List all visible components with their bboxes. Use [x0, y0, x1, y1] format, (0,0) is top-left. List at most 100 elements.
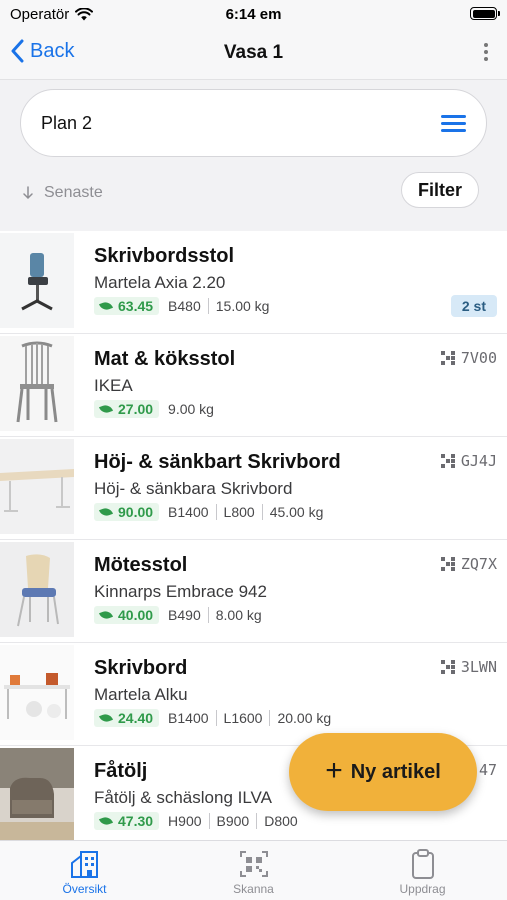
item-subtitle: Martela Axia 2.20: [94, 273, 226, 292]
leaf-icon: [98, 300, 114, 312]
leaf-icon: [98, 506, 114, 518]
plan-label: Plan 2: [41, 112, 93, 133]
new-item-label: Ny artikel: [350, 760, 441, 783]
item-image: [0, 542, 74, 637]
item-title: Skrivbordsstol: [94, 245, 235, 267]
item-code-text: 7V00: [460, 349, 497, 367]
sort-label: Senaste: [44, 184, 103, 201]
item-subtitle: Kinnarps Embrace 942: [94, 582, 267, 601]
building-icon: [70, 851, 98, 878]
dot: [484, 50, 488, 54]
tab-label: Översikt: [62, 882, 107, 896]
list-item[interactable]: Mötesstol Kinnarps Embrace 942 40.00 B49…: [0, 540, 507, 643]
nav-bar: Back Vasa 1: [0, 28, 507, 80]
item-title: Mötesstol: [94, 554, 188, 576]
item-dimension: B900: [208, 813, 257, 829]
leaf-icon: [98, 712, 114, 724]
item-title: Fåtölj: [94, 760, 148, 782]
plus-icon: +: [325, 754, 343, 787]
qr-icon: [440, 351, 455, 365]
tab-label: Skanna: [233, 882, 274, 896]
item-code-text: 3LWN: [460, 658, 497, 676]
quantity-badge: 2 st: [450, 295, 497, 317]
plan-selector[interactable]: Plan 2: [20, 89, 487, 157]
qr-scan-icon: [239, 851, 268, 877]
qr-icon: [440, 557, 455, 571]
item-code: ZQ7X: [440, 555, 497, 573]
dot: [484, 57, 488, 61]
item-meta: 27.00 9.00 kg: [94, 400, 221, 418]
page-title: Vasa 1: [223, 42, 284, 63]
item-code-text: ZQ7X: [460, 555, 497, 573]
item-meta: 47.30 H900 B900 D800: [94, 812, 305, 830]
price-value: 47.30: [118, 813, 154, 829]
item-subtitle: Fåtölj & schäslong ILVA: [94, 788, 272, 807]
tab-skanna[interactable]: Skanna: [169, 841, 338, 900]
item-dimension: B1400: [168, 504, 209, 520]
item-code-text: 47: [478, 761, 497, 779]
battery-icon: [470, 7, 500, 20]
dot: [484, 43, 488, 47]
clipboard-icon: [411, 849, 434, 879]
item-image: [0, 233, 74, 328]
item-subtitle: IKEA: [94, 376, 133, 395]
item-dimension: B490: [168, 607, 201, 623]
list-item[interactable]: Skrivbordsstol Martela Axia 2.20 63.45 B…: [0, 231, 507, 334]
item-dimension: L800: [215, 504, 262, 520]
item-dimension: L1600: [215, 710, 270, 726]
item-title: Skrivbord: [94, 657, 188, 679]
item-code: 3LWN: [440, 658, 497, 676]
new-item-button[interactable]: + Ny artikel: [289, 733, 477, 811]
sort-filter-row: Senaste Filter: [0, 157, 507, 225]
item-dimension: B480: [168, 298, 201, 314]
item-code: 47: [479, 761, 497, 779]
status-time: 6:14 em: [225, 6, 282, 23]
item-dimension: 8.00 kg: [207, 607, 269, 623]
price-value: 24.40: [118, 710, 154, 726]
price-value: 63.45: [118, 298, 154, 314]
price-value: 40.00: [118, 607, 154, 623]
list-item[interactable]: Höj- & sänkbart Skrivbord Höj- & sänkbar…: [0, 437, 507, 540]
sort-button[interactable]: Senaste: [22, 184, 103, 202]
item-dimension: H900: [168, 813, 202, 829]
menu-icon: [441, 111, 466, 136]
plan-wrap: Plan 2: [0, 80, 507, 157]
tab-bar: Översikt Skanna Uppdrag: [0, 840, 507, 900]
item-code: 7V00: [440, 349, 497, 367]
price-badge: 24.40: [94, 709, 160, 727]
item-meta: 63.45 B480 15.00 kg: [94, 297, 276, 315]
item-dimension: D800: [256, 813, 304, 829]
item-image: [0, 439, 74, 534]
price-value: 27.00: [118, 401, 154, 417]
price-badge: 40.00: [94, 606, 160, 624]
item-subtitle: Höj- & sänkbara Skrivbord: [94, 479, 293, 498]
item-meta: 90.00 B1400 L800 45.00 kg: [94, 503, 330, 521]
status-bar: Operatör 6:14 em: [0, 0, 507, 28]
item-subtitle: Martela Alku: [94, 685, 188, 704]
item-image: [0, 748, 74, 843]
item-dimension: 15.00 kg: [207, 298, 277, 314]
list-item[interactable]: Mat & köksstol IKEA 27.00 9.00 kg 7V00: [0, 334, 507, 437]
price-badge: 27.00: [94, 400, 160, 418]
item-code: GJ4J: [440, 452, 497, 470]
arrow-down-icon: [23, 186, 33, 200]
qr-icon: [440, 660, 455, 674]
list-item[interactable]: Skrivbord Martela Alku 24.40 B1400 L1600…: [0, 643, 507, 746]
more-options-button[interactable]: [481, 40, 491, 68]
leaf-icon: [98, 609, 114, 621]
item-image: [0, 336, 74, 431]
price-badge: 90.00: [94, 503, 160, 521]
tab-uppdrag[interactable]: Uppdrag: [338, 841, 507, 900]
item-dimension: 20.00 kg: [269, 710, 338, 726]
price-value: 90.00: [118, 504, 154, 520]
tab-label: Uppdrag: [399, 882, 446, 896]
item-meta: 24.40 B1400 L1600 20.00 kg: [94, 709, 338, 727]
item-meta: 40.00 B490 8.00 kg: [94, 606, 269, 624]
filter-button[interactable]: Filter: [400, 172, 479, 208]
status-right: [470, 7, 500, 20]
item-code-text: GJ4J: [460, 452, 497, 470]
tab-oversikt[interactable]: Översikt: [0, 841, 169, 900]
leaf-icon: [98, 815, 114, 827]
price-badge: 47.30: [94, 812, 160, 830]
leaf-icon: [98, 403, 114, 415]
